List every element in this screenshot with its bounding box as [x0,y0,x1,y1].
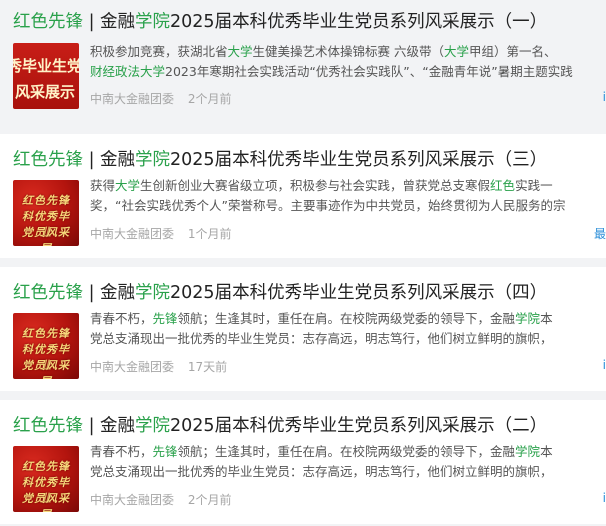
title-highlight: 学院 [135,150,171,170]
thumbnail-text: 党员风采展 [22,492,70,512]
title-highlight: 学院 [135,416,171,436]
keyword-highlight: 大学 [444,44,470,59]
title-highlight: 学院 [135,283,171,303]
keyword-highlight: 大学 [227,44,253,59]
summary-line: 青春不朽，先锋领航；生逢其时，重任在肩。在校院两级党委的领导下，金融学院本 [90,442,606,462]
keyword-highlight: 先锋 [152,444,178,459]
thumbnail-image: 秀毕业生党 风采展示 [13,43,79,109]
summary-line: 奖，“社会实践优秀个人”荣誉称号。主要事迹作为中共党员，始终贯彻为人民服务的宗 [90,196,606,216]
summary-text: 青春不朽， [90,444,153,459]
title-text: | 金融 [83,416,136,436]
publish-time: 1个月前 [187,227,232,241]
source-name[interactable]: 中南大金融团委 [90,227,174,241]
thumbnail-image: 红色先锋 科优秀毕业 党员风采展 [13,180,79,246]
article-summary: 青春不朽，先锋领航；生逢其时，重任在肩。在校院两级党委的领导下，金融学院本 党总… [90,309,606,349]
keyword-highlight: 大学 [115,178,141,193]
title-text: 2025届本科优秀毕业生党员系列风采展示（三） [170,150,548,170]
article-list: 红色先锋 | 金融学院2025届本科优秀毕业生党员系列风采展示（一） 秀毕业生党… [0,0,606,526]
thumbnail-text: 风采展示 [15,83,76,101]
summary-text: 获得 [90,178,116,193]
article-title[interactable]: 红色先锋 | 金融学院2025届本科优秀毕业生党员系列风采展示（二） [13,414,606,438]
title-text: | 金融 [83,150,136,170]
edge-tag[interactable]: i [603,491,606,505]
thumbnail-image: 红色先锋 科优秀毕业 党员风采展 [13,313,79,379]
title-text: | 金融 [83,283,136,303]
thumbnail-text: 红色先锋 [22,194,70,207]
summary-text: 甲组）第一名、 [469,44,557,59]
article-title[interactable]: 红色先锋 | 金融学院2025届本科优秀毕业生党员系列风采展示（三） [13,148,606,172]
article-thumbnail[interactable]: 红色先锋 科优秀毕业 党员风采展 [13,313,79,379]
publish-time: 17天前 [187,360,228,374]
source-name[interactable]: 中南大金融团委 [90,360,174,374]
title-text: 2025届本科优秀毕业生党员系列风采展示（二） [170,416,548,436]
article-title[interactable]: 红色先锋 | 金融学院2025届本科优秀毕业生党员系列风采展示（一） [13,10,606,34]
thumbnail-text: 党员风采展 [22,359,70,379]
summary-text: 党总支涌现出一批优秀的毕业生党员：志存高远，明志笃行，他们树立鲜明的旗帜， [90,464,553,479]
summary-line: 财经政法大学2023年寒期社会实践活动“优秀社会实践队”、“金融青年说”暑期主题… [90,62,606,82]
article-summary: 获得大学生创新创业大赛省级立项，积极参与社会实践，曾获党总支寒假红色实践一 奖，… [90,176,606,216]
thumbnail-text: 秀毕业生党 [13,57,79,75]
article-meta: 中南大金融团委 17天前 [90,358,237,375]
article-thumbnail[interactable]: 红色先锋 科优秀毕业 党员风采展 [13,180,79,246]
article-card[interactable]: 红色先锋 | 金融学院2025届本科优秀毕业生党员系列风采展示（二） 红色先锋 … [0,400,606,524]
thumbnail-text: 红色先锋 [22,460,70,473]
source-name[interactable]: 中南大金融团委 [90,92,174,106]
summary-text: 积极参加竞赛，获湖北省 [90,44,228,59]
article-meta: 中南大金融团委 1个月前 [90,225,241,242]
title-highlight: 红色先锋 [13,416,83,436]
source-name[interactable]: 中南大金融团委 [90,493,174,507]
title-highlight: 红色先锋 [13,12,83,32]
publish-time: 2个月前 [187,92,232,106]
article-card[interactable]: 红色先锋 | 金融学院2025届本科优秀毕业生党员系列风采展示（三） 红色先锋 … [0,134,606,258]
article-card[interactable]: 红色先锋 | 金融学院2025届本科优秀毕业生党员系列风采展示（一） 秀毕业生党… [0,0,606,124]
summary-text: 党总支涌现出一批优秀的毕业生党员：志存高远，明志笃行，他们树立鲜明的旗帜， [90,331,553,346]
summary-line: 党总支涌现出一批优秀的毕业生党员：志存高远，明志笃行，他们树立鲜明的旗帜， [90,329,606,349]
keyword-highlight: 先锋 [152,311,178,326]
summary-line: 积极参加竞赛，获湖北省大学生健美操艺术体操锦标赛 六级带（大学甲组）第一名、 [90,42,606,62]
article-meta: 中南大金融团委 2个月前 [90,90,241,107]
title-text: | 金融 [83,12,136,32]
edge-tag[interactable]: i [603,90,606,104]
article-summary: 积极参加竞赛，获湖北省大学生健美操艺术体操锦标赛 六级带（大学甲组）第一名、 财… [90,42,606,82]
article-card[interactable]: 红色先锋 | 金融学院2025届本科优秀毕业生党员系列风采展示（四） 红色先锋 … [0,267,606,391]
article-summary: 青春不朽，先锋领航；生逢其时，重任在肩。在校院两级党委的领导下，金融学院本 党总… [90,442,606,482]
publish-time: 2个月前 [187,493,232,507]
summary-text: 奖，“社会实践优秀个人”荣誉称号。主要事迹作为中共党员，始终贯彻为人民服务的宗 [90,198,566,213]
summary-text: 青春不朽， [90,311,153,326]
summary-text: 生健美操艺术体操锦标赛 六级带（ [252,44,445,59]
summary-text: 本 [540,444,553,459]
thumbnail-text: 红色先锋 [22,327,70,340]
summary-text: 生创新创业大赛省级立项，积极参与社会实践，曾获党总支寒假 [140,178,491,193]
edge-tag[interactable]: 最 [594,225,606,242]
summary-line: 党总支涌现出一批优秀的毕业生党员：志存高远，明志笃行，他们树立鲜明的旗帜， [90,462,606,482]
keyword-highlight: 学院 [515,311,541,326]
summary-text: 领航；生逢其时，重任在肩。在校院两级党委的领导下，金融 [177,311,516,326]
edge-tag[interactable]: i [603,358,606,372]
article-thumbnail[interactable]: 红色先锋 科优秀毕业 党员风采展 [13,446,79,512]
summary-line: 获得大学生创新创业大赛省级立项，积极参与社会实践，曾获党总支寒假红色实践一 [90,176,606,196]
summary-line: 青春不朽，先锋领航；生逢其时，重任在肩。在校院两级党委的领导下，金融学院本 [90,309,606,329]
title-highlight: 学院 [135,12,171,32]
title-text: 2025届本科优秀毕业生党员系列风采展示（四） [170,283,548,303]
thumbnail-image: 红色先锋 科优秀毕业 党员风采展 [13,446,79,512]
keyword-highlight: 红色 [490,178,516,193]
article-title[interactable]: 红色先锋 | 金融学院2025届本科优秀毕业生党员系列风采展示（四） [13,281,606,305]
article-thumbnail[interactable]: 秀毕业生党 风采展示 [13,43,79,109]
title-highlight: 红色先锋 [13,283,83,303]
article-meta: 中南大金融团委 2个月前 [90,491,241,508]
keyword-highlight: 财经政法大学 [90,64,166,79]
title-text: 2025届本科优秀毕业生党员系列风采展示（一） [170,12,548,32]
keyword-highlight: 学院 [515,444,541,459]
summary-text: 2023年寒期社会实践活动“优秀社会实践队”、“金融青年说”暑期主题实践 [165,64,573,79]
thumbnail-text: 党员风采展 [22,226,70,246]
title-highlight: 红色先锋 [13,150,83,170]
summary-text: 实践一 [515,178,553,193]
summary-text: 领航；生逢其时，重任在肩。在校院两级党委的领导下，金融 [177,444,516,459]
summary-text: 本 [540,311,553,326]
